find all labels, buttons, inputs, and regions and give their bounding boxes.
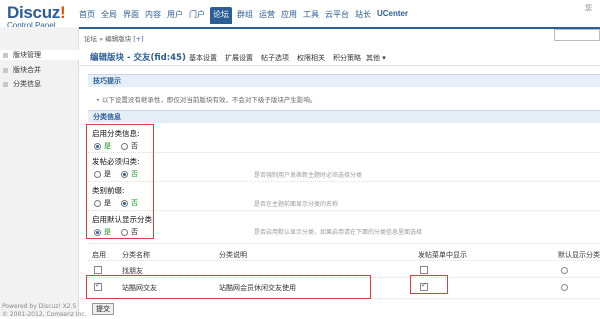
nav-item-7[interactable]: 群组: [236, 9, 254, 20]
highlight-box-settings: [86, 124, 154, 239]
breadcrumb-path[interactable]: 论坛 » 编辑版块: [84, 35, 131, 43]
sidebar-item-label: 版块合并: [13, 66, 41, 74]
expand-button[interactable]: [+]: [133, 35, 144, 43]
setting-hint: 是否启用默认显示分类，如果启用请在下面的分类信息里面选择: [254, 229, 423, 236]
nav-item-10[interactable]: 工具: [302, 9, 320, 20]
divider: [88, 210, 600, 211]
sidebar-item-thread-types[interactable]: 分类信息: [3, 79, 41, 89]
highlight-box-show: [410, 275, 448, 294]
sidebar: 版块管理 版块合并 分类信息: [0, 27, 81, 317]
column-header-default: 默认显示分类: [558, 251, 600, 259]
search-input[interactable]: [554, 29, 600, 41]
default-radio[interactable]: [561, 267, 568, 274]
nav-item-6[interactable]: 论坛: [210, 7, 232, 24]
nav-item-4[interactable]: 用户: [166, 9, 184, 20]
user-area[interactable]: 您: [585, 3, 592, 13]
section-bar: [88, 110, 600, 123]
divider: [88, 243, 600, 244]
sidebar-item-forum-merge[interactable]: 版块合并: [3, 65, 41, 75]
tips-title: 技巧提示: [93, 77, 121, 85]
powered-by-line: Powered by Discuz! X2.5: [2, 303, 77, 310]
nav-item-13[interactable]: UCenter: [376, 9, 409, 18]
column-header-desc: 分类说明: [219, 251, 247, 259]
nav-item-3[interactable]: 内容: [144, 9, 162, 20]
enable-checkbox[interactable]: [94, 266, 102, 274]
copyright-line: © 2001-2012, Comsenz Inc.: [2, 311, 87, 318]
tips-bar: [88, 74, 600, 87]
tab-extended[interactable]: 扩展设置: [225, 53, 253, 63]
sidebar-item-forum-manage[interactable]: 版块管理: [0, 50, 81, 60]
sidebar-item-label: 版块管理: [13, 51, 41, 59]
nav-item-1[interactable]: 全局: [100, 9, 118, 20]
nav-item-8[interactable]: 运营: [258, 9, 276, 20]
setting-hint: 是否强制用户发表新主题时必须选择分类: [254, 172, 363, 179]
tab-basic[interactable]: 基本设置: [189, 53, 217, 63]
logo[interactable]: Discuz!: [7, 3, 66, 23]
top-navigation: 首页 全局 界面 内容 用户 门户 论坛 群组 运营 应用 工具 云平台 站长 UCenter: [78, 0, 413, 36]
header-divider: [78, 27, 600, 29]
nav-item-2[interactable]: 界面: [122, 9, 140, 20]
submit-button[interactable]: 提交: [92, 303, 114, 315]
bullet-icon: [3, 81, 8, 87]
show-checkbox[interactable]: [420, 266, 428, 274]
page-title: 编辑版块 - 交友(fid:45): [90, 53, 186, 63]
column-header-show: 发帖菜单中显示: [418, 251, 467, 259]
bullet-icon: [3, 52, 8, 58]
tab-credits[interactable]: 积分策略: [333, 53, 361, 63]
divider: [88, 181, 600, 182]
nav-item-12[interactable]: 站长: [354, 9, 372, 20]
column-header-name: 分类名称: [122, 251, 150, 259]
default-radio[interactable]: [561, 284, 568, 291]
nav-item-9[interactable]: 应用: [280, 9, 298, 20]
setting-hint: 是否在主题前面显示分类的名称: [254, 201, 339, 208]
column-header-enable: 启用: [92, 251, 106, 259]
bullet-icon: [3, 67, 8, 73]
nav-item-5[interactable]: 门户: [188, 9, 206, 20]
nav-item-0[interactable]: 首页: [78, 9, 96, 20]
divider: [88, 152, 600, 153]
tab-thread-options[interactable]: 帖子选项: [261, 53, 289, 63]
tips-text: • 以下设置没有继承性，即仅对当前版块有效，不会对下级子版块产生影响。: [96, 96, 317, 104]
breadcrumb: 论坛 » 编辑版块 [+]: [84, 33, 144, 43]
highlight-box-row: [86, 275, 371, 299]
sidebar-item-label: 分类信息: [13, 80, 41, 88]
tab-other[interactable]: 其他 ▾: [366, 53, 386, 63]
tab-permissions[interactable]: 权限相关: [297, 53, 325, 63]
divider: [88, 260, 600, 261]
nav-item-11[interactable]: 云平台: [324, 9, 350, 20]
section-title: 分类信息: [93, 113, 121, 121]
